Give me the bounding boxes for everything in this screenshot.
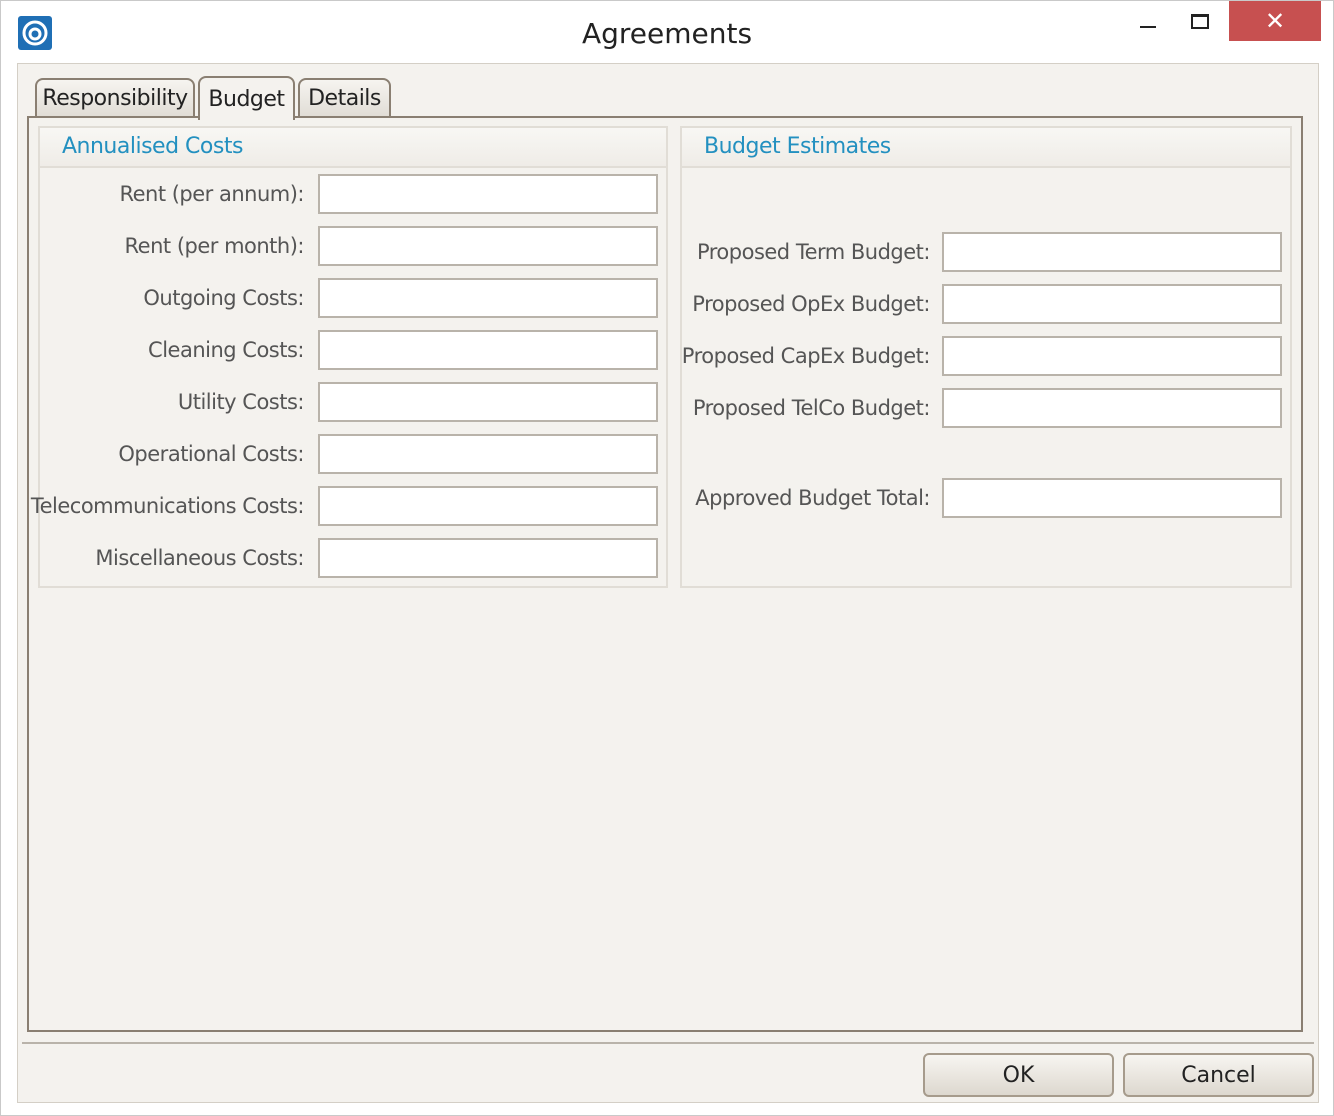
tab-details[interactable]: Details (298, 78, 391, 116)
ok-button[interactable]: OK (923, 1053, 1114, 1097)
utility-costs-label: Utility Costs: (177, 390, 305, 414)
utility-costs-input[interactable] (318, 382, 658, 422)
budget-estimates-group: Budget Estimates Proposed Term Budget: P… (680, 126, 1292, 588)
minimize-button[interactable] (1125, 1, 1171, 41)
budget-tab-panel: Annualised Costs Rent (per annum): Rent … (27, 116, 1303, 1032)
proposed-capex-budget-label: Proposed CapEx Budget: (681, 344, 931, 368)
dialog-body: Responsibility Budget Details Annualised… (17, 63, 1319, 1103)
close-button[interactable]: ✕ (1229, 1, 1321, 41)
telecommunications-costs-label: Telecommunications Costs: (30, 494, 305, 518)
budget-estimates-header: Budget Estimates (682, 128, 1290, 168)
outgoing-costs-label: Outgoing Costs: (143, 286, 304, 310)
rent-per-month-label: Rent (per month): (124, 234, 305, 258)
proposed-capex-budget-input[interactable] (942, 336, 1282, 376)
cancel-button[interactable]: Cancel (1123, 1053, 1314, 1097)
maximize-icon (1191, 13, 1209, 29)
annualised-costs-header: Annualised Costs (40, 128, 666, 168)
outgoing-costs-input[interactable] (318, 278, 658, 318)
operational-costs-input[interactable] (318, 434, 658, 474)
footer-divider (22, 1042, 1314, 1044)
rent-per-annum-input[interactable] (318, 174, 658, 214)
tab-budget[interactable]: Budget (198, 76, 295, 120)
proposed-telco-budget-label: Proposed TelCo Budget: (692, 396, 931, 420)
operational-costs-label: Operational Costs: (118, 442, 304, 466)
tab-responsibility[interactable]: Responsibility (35, 78, 195, 116)
proposed-term-budget-input[interactable] (942, 232, 1282, 272)
minimize-icon (1140, 26, 1156, 28)
proposed-opex-budget-label: Proposed OpEx Budget: (692, 292, 930, 316)
miscellaneous-costs-label: Miscellaneous Costs: (95, 546, 304, 570)
dialog-window: Agreements ✕ Responsibility Budget Detai… (0, 0, 1334, 1116)
approved-budget-total-input[interactable] (942, 478, 1282, 518)
annualised-costs-title: Annualised Costs (62, 134, 243, 159)
cleaning-costs-input[interactable] (318, 330, 658, 370)
close-icon: ✕ (1264, 7, 1286, 35)
maximize-button[interactable] (1177, 1, 1223, 41)
budget-estimates-title: Budget Estimates (704, 134, 891, 159)
telecommunications-costs-input[interactable] (318, 486, 658, 526)
proposed-term-budget-label: Proposed Term Budget: (696, 240, 931, 264)
rent-per-month-input[interactable] (318, 226, 658, 266)
annualised-costs-group: Annualised Costs Rent (per annum): Rent … (31, 126, 668, 588)
miscellaneous-costs-input[interactable] (318, 538, 658, 578)
proposed-opex-budget-input[interactable] (942, 284, 1282, 324)
rent-per-annum-label: Rent (per annum): (119, 182, 304, 206)
proposed-telco-budget-input[interactable] (942, 388, 1282, 428)
title-bar[interactable]: Agreements ✕ (1, 1, 1333, 63)
cleaning-costs-label: Cleaning Costs: (148, 338, 304, 362)
approved-budget-total-label: Approved Budget Total: (695, 486, 930, 510)
